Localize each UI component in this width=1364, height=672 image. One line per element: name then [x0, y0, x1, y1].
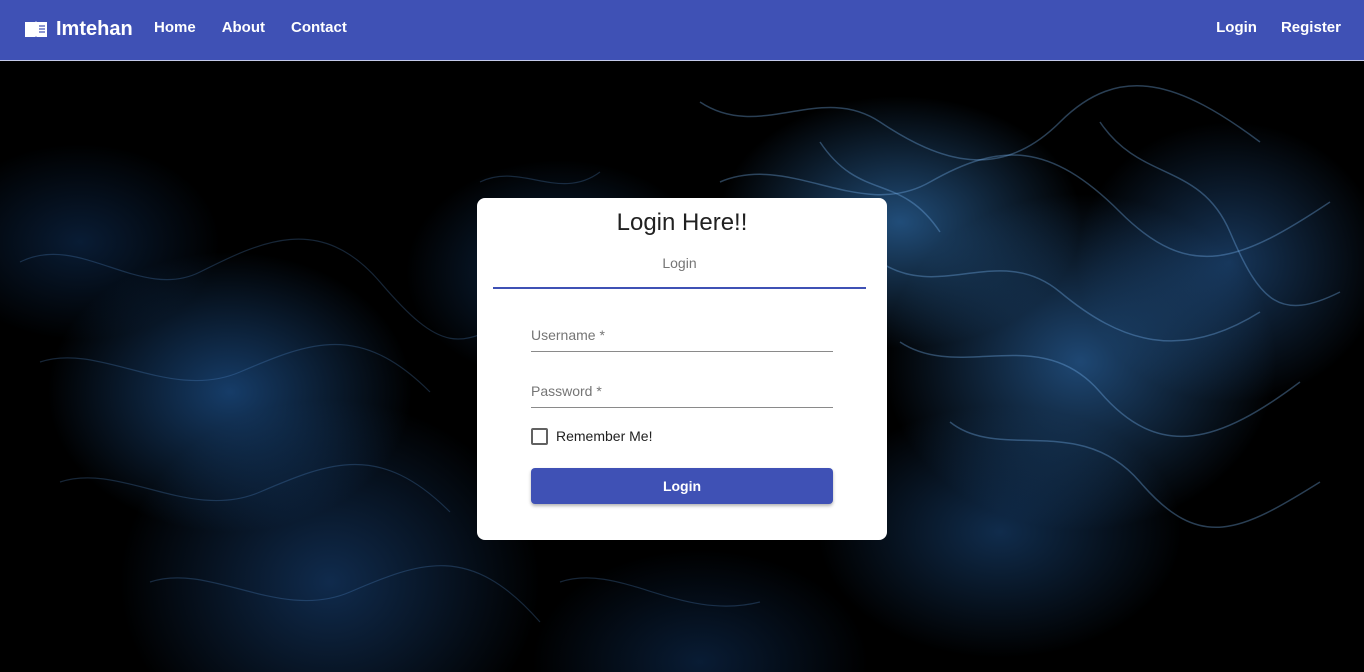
- remember-me-checkbox[interactable]: [531, 427, 548, 445]
- password-field[interactable]: Password *: [531, 382, 833, 408]
- open-book-icon: [24, 19, 48, 39]
- password-label: Password *: [531, 383, 602, 399]
- brand[interactable]: Imtehan: [24, 16, 133, 42]
- tab-login[interactable]: Login: [493, 250, 866, 288]
- top-navbar: Imtehan Home About Contact Login Registe…: [0, 0, 1364, 61]
- tab-indicator: [493, 287, 866, 289]
- card-title: Login Here!!: [616, 209, 748, 236]
- nav-link-register[interactable]: Register: [1281, 19, 1341, 37]
- login-card: Login Here!! Login Username * Password *…: [477, 198, 887, 540]
- login-button[interactable]: Login: [531, 468, 833, 504]
- nav-link-login[interactable]: Login: [1216, 19, 1257, 37]
- page: Imtehan Home About Contact Login Registe…: [0, 0, 1364, 672]
- nav-link-contact[interactable]: Contact: [291, 19, 347, 37]
- nav-left: Home About Contact: [154, 19, 373, 37]
- nav-link-about[interactable]: About: [222, 19, 265, 37]
- nav-link-home[interactable]: Home: [154, 19, 196, 37]
- username-label: Username *: [531, 327, 605, 343]
- brand-name: Imtehan: [56, 17, 133, 40]
- nav-right: Login Register: [1192, 19, 1341, 37]
- username-field[interactable]: Username *: [531, 326, 833, 352]
- remember-me-row[interactable]: Remember Me!: [531, 427, 652, 445]
- remember-me-label: Remember Me!: [556, 428, 653, 444]
